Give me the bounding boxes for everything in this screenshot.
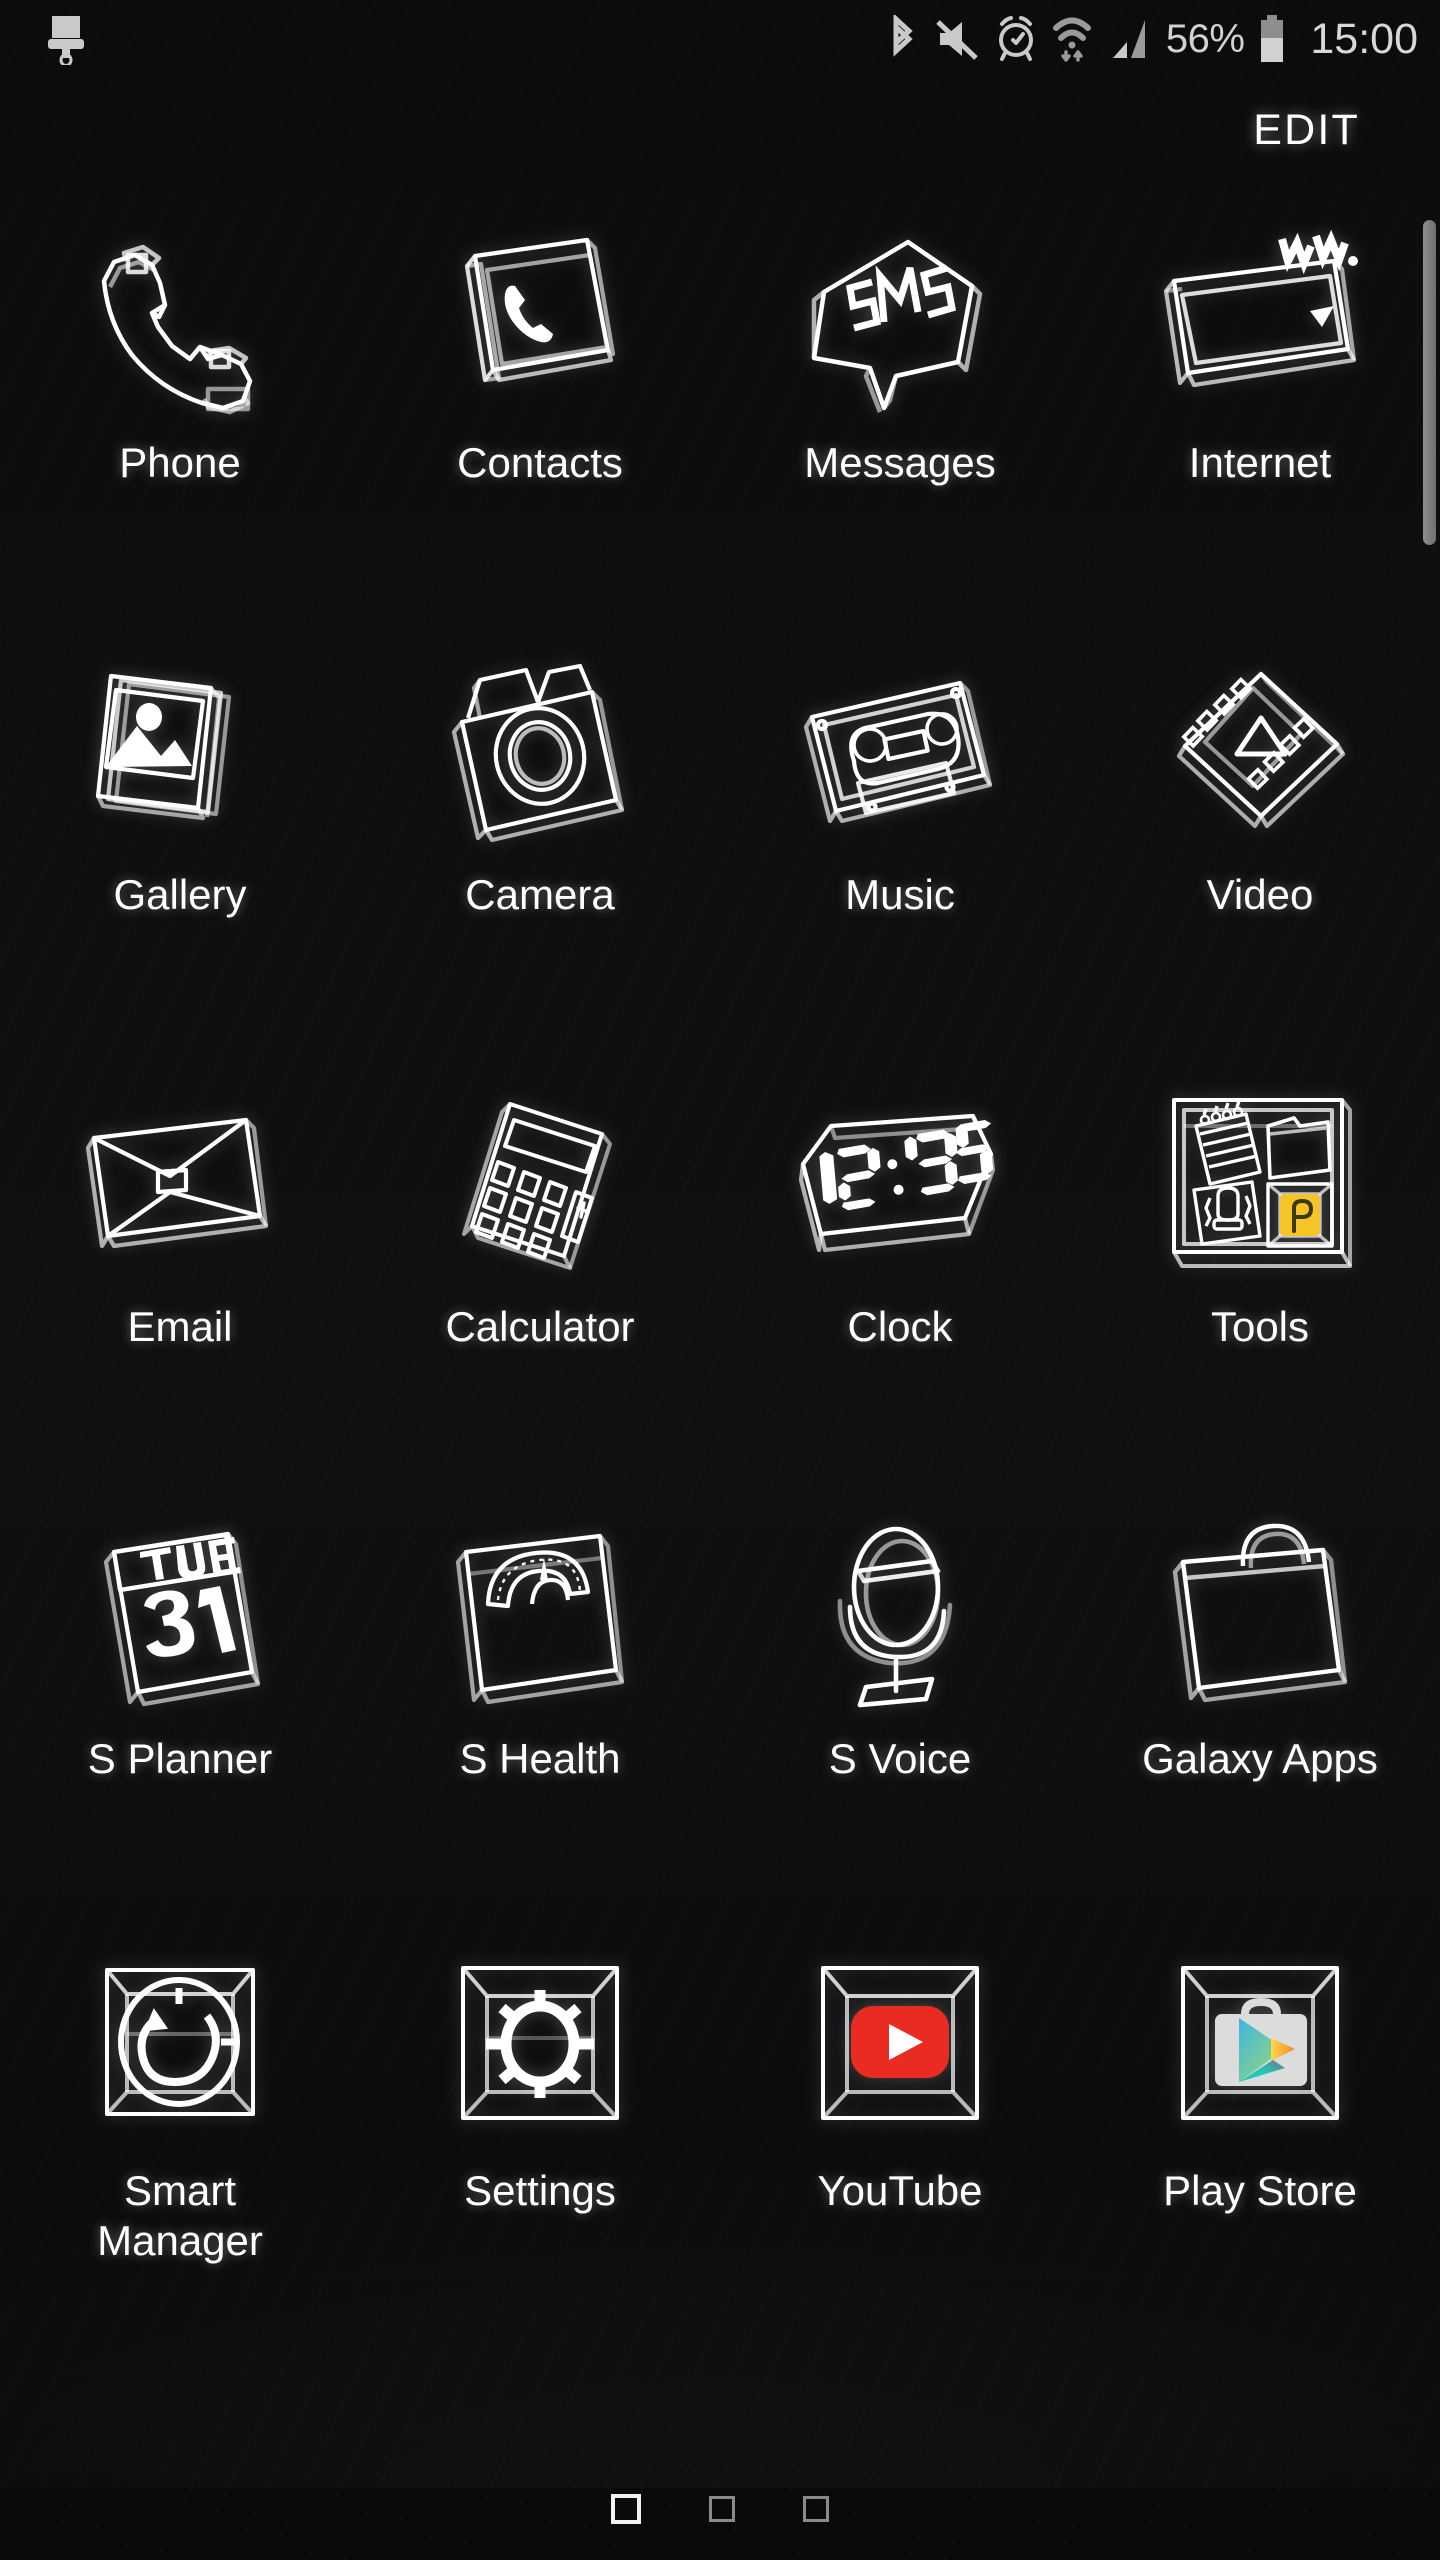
app-label: Gallery xyxy=(113,870,246,920)
app-label: Calculator xyxy=(445,1302,634,1352)
mute-icon xyxy=(934,17,980,61)
paintbrush-icon xyxy=(46,13,86,65)
app-label: Video xyxy=(1207,870,1314,920)
app-label: Phone xyxy=(119,438,240,488)
smart-manager-icon xyxy=(65,1946,295,2156)
app-item-camera[interactable]: Camera xyxy=(360,628,720,1060)
photo-stack-icon xyxy=(65,650,295,860)
status-bar-left-icons xyxy=(46,13,86,65)
app-item-galaxy-apps[interactable]: Galaxy Apps xyxy=(1080,1492,1440,1924)
app-label: Messages xyxy=(804,438,995,488)
app-grid: Phone Co xyxy=(0,196,1440,2324)
app-item-gallery[interactable]: Gallery xyxy=(0,628,360,1060)
app-row: Email xyxy=(0,1060,1440,1492)
app-item-phone[interactable]: Phone xyxy=(0,196,360,628)
app-label: Contacts xyxy=(457,438,623,488)
weight-scale-icon xyxy=(425,1514,655,1724)
app-label: Music xyxy=(845,870,955,920)
app-label: Smart Manager xyxy=(97,2166,263,2266)
page-dot-2[interactable] xyxy=(709,2496,735,2522)
sms-bubble-icon xyxy=(785,218,1015,428)
app-label: Email xyxy=(127,1302,232,1352)
battery-percent-label: 56% xyxy=(1166,17,1245,62)
gear-icon xyxy=(425,1946,655,2156)
calendar-icon xyxy=(65,1514,295,1724)
app-label: YouTube xyxy=(817,2166,982,2216)
wifi-icon xyxy=(1052,14,1092,64)
signal-icon xyxy=(1107,16,1151,62)
app-item-calculator[interactable]: Calculator xyxy=(360,1060,720,1492)
app-item-music[interactable]: Music xyxy=(720,628,1080,1060)
app-row: Gallery xyxy=(0,628,1440,1060)
microphone-icon xyxy=(785,1514,1015,1724)
tools-folder-icon xyxy=(1145,1082,1375,1292)
app-row: Smart Manager xyxy=(0,1924,1440,2324)
app-item-internet[interactable]: Internet xyxy=(1080,196,1440,628)
edit-button[interactable]: EDIT xyxy=(1253,106,1360,155)
app-label: Tools xyxy=(1211,1302,1309,1352)
app-item-youtube[interactable]: YouTube xyxy=(720,1924,1080,2324)
shopping-bag-icon xyxy=(1145,1514,1375,1724)
app-label: S Planner xyxy=(88,1734,272,1784)
app-item-s-voice[interactable]: S Voice xyxy=(720,1492,1080,1924)
app-item-contacts[interactable]: Contacts xyxy=(360,196,720,628)
app-item-s-planner[interactable]: S Planner xyxy=(0,1492,360,1924)
app-item-tools[interactable]: Tools xyxy=(1080,1060,1440,1492)
page-indicator xyxy=(0,2494,1440,2524)
camera-icon xyxy=(425,650,655,860)
phone-handset-icon xyxy=(65,218,295,428)
app-row: S Planner xyxy=(0,1492,1440,1924)
page-dot-1[interactable] xyxy=(611,2494,641,2524)
status-bar-right-icons: 56% 15:00 xyxy=(886,14,1418,64)
app-row: Phone Co xyxy=(0,196,1440,628)
envelope-icon xyxy=(65,1082,295,1292)
status-bar: 56% 15:00 xyxy=(0,0,1440,78)
app-item-settings[interactable]: Settings xyxy=(360,1924,720,2324)
alarm-icon xyxy=(995,15,1037,63)
battery-icon xyxy=(1258,14,1286,64)
app-item-smart-manager[interactable]: Smart Manager xyxy=(0,1924,360,2324)
app-label: Camera xyxy=(465,870,614,920)
browser-window-icon xyxy=(1145,218,1375,428)
play-store-icon xyxy=(1145,1946,1375,2156)
app-label: S Health xyxy=(459,1734,620,1784)
app-label: Settings xyxy=(464,2166,616,2216)
contacts-book-icon xyxy=(425,218,655,428)
app-item-messages[interactable]: Messages xyxy=(720,196,1080,628)
page-dot-3[interactable] xyxy=(803,2496,829,2522)
app-item-clock[interactable]: Clock xyxy=(720,1060,1080,1492)
app-item-play-store[interactable]: Play Store xyxy=(1080,1924,1440,2324)
app-label: Galaxy Apps xyxy=(1142,1734,1378,1784)
app-item-email[interactable]: Email xyxy=(0,1060,360,1492)
app-drawer-screen: 56% 15:00 EDIT xyxy=(0,0,1440,2560)
drawer-header: EDIT xyxy=(0,96,1440,188)
app-item-s-health[interactable]: S Health xyxy=(360,1492,720,1924)
youtube-icon xyxy=(785,1946,1015,2156)
app-label: Internet xyxy=(1189,438,1331,488)
bluetooth-icon xyxy=(886,15,919,63)
film-frame-icon xyxy=(1145,650,1375,860)
status-bar-clock: 15:00 xyxy=(1310,15,1418,64)
digital-clock-icon xyxy=(785,1082,1015,1292)
app-label: S Voice xyxy=(829,1734,971,1784)
cassette-tape-icon xyxy=(785,650,1015,860)
calculator-icon xyxy=(425,1082,655,1292)
app-label: Clock xyxy=(847,1302,952,1352)
app-label: Play Store xyxy=(1163,2166,1357,2216)
app-item-video[interactable]: Video xyxy=(1080,628,1440,1060)
